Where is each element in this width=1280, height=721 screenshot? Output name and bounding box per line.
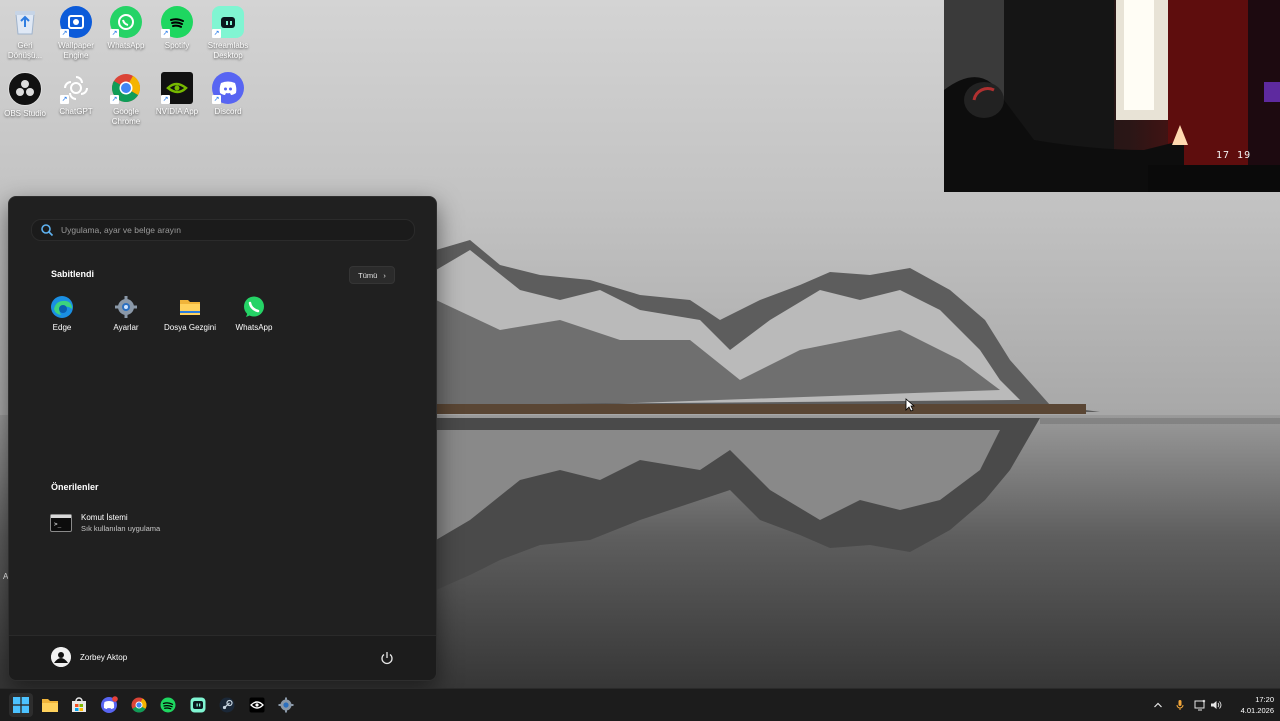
- wallpaper-engine-icon: ↗: [60, 6, 92, 38]
- taskbar-steam[interactable]: [215, 693, 239, 717]
- start-search-box[interactable]: [31, 219, 415, 241]
- discord-icon: [101, 696, 118, 713]
- search-icon: [41, 224, 54, 237]
- taskbar-streamlabs[interactable]: [186, 693, 210, 717]
- network-icon[interactable]: [1194, 699, 1206, 711]
- streamlabs-icon: [190, 697, 206, 713]
- settings-gear-icon: [114, 295, 138, 319]
- webcam-overlay: 17 19: [944, 0, 1280, 192]
- desktop-icon-label: Spotify: [164, 41, 190, 50]
- search-input[interactable]: [59, 224, 393, 236]
- chrome-icon: [131, 697, 147, 713]
- desktop-icon-nvidia-app[interactable]: ↗ NVIDIA App: [152, 68, 202, 117]
- taskbar-nvidia[interactable]: [245, 693, 269, 717]
- avatar: [51, 647, 71, 667]
- desktop-icon-label: Geri Dönüşü...: [7, 41, 43, 60]
- pinned-app-edge[interactable]: Edge: [31, 295, 93, 332]
- whatsapp-icon: ↗: [110, 6, 142, 38]
- desktop-icon-label: Discord: [214, 107, 242, 116]
- command-prompt-icon: >_: [50, 514, 72, 532]
- desktop-icon-discord[interactable]: ↗ Discord: [203, 68, 253, 117]
- taskbar-microsoft-store[interactable]: [67, 693, 91, 717]
- volume-icon[interactable]: [1210, 699, 1222, 711]
- user-name: Zorbey Aktop: [80, 652, 128, 662]
- desktop-icon-wallpaper-engine[interactable]: ↗ Wallpaper Engine: [51, 2, 101, 61]
- pinned-section-title: Sabitlendi: [51, 269, 95, 279]
- microphone-icon[interactable]: [1174, 699, 1186, 711]
- recommended-section-title: Önerilenler: [51, 482, 99, 492]
- desktop-icon-label: WhatsApp: [107, 41, 145, 50]
- taskbar-discord[interactable]: [97, 693, 121, 717]
- file-explorer-icon: [178, 295, 202, 319]
- desktop-icon-label: Wallpaper Engine: [58, 41, 94, 60]
- pinned-app-label: Edge: [52, 323, 72, 332]
- steam-icon: [219, 697, 235, 713]
- taskbar-clock[interactable]: 17:20 4.01.2026: [1226, 694, 1274, 716]
- power-icon[interactable]: [380, 651, 394, 665]
- desktop-icon-chatgpt[interactable]: ↗ ChatGPT: [51, 68, 101, 117]
- whatsapp-icon: [242, 295, 266, 319]
- desktop-icon-obs-studio[interactable]: OBS Studio: [0, 68, 50, 119]
- streamlabs-icon: ↗: [212, 6, 244, 38]
- taskbar: 17:20 4.01.2026: [0, 688, 1280, 721]
- desktop-icon-label: OBS Studio: [4, 109, 46, 118]
- start-icon: [13, 697, 29, 713]
- pinned-app-label: WhatsApp: [235, 323, 273, 332]
- user-account-button[interactable]: Zorbey Aktop: [51, 647, 127, 667]
- nvidia-icon: ↗: [161, 72, 193, 104]
- recommended-item-subtitle: Sık kullanılan uygulama: [81, 524, 161, 533]
- pinned-app-file-explorer[interactable]: Dosya Gezgini: [159, 295, 221, 332]
- desktop-icon-whatsapp[interactable]: ↗ WhatsApp: [101, 2, 151, 51]
- edge-icon: [50, 295, 74, 319]
- pinned-app-label: Dosya Gezgini: [163, 323, 217, 332]
- start-menu: Sabitlendi Tümü › Edge Ayarlar Dosya Gez…: [8, 196, 437, 681]
- desktop-icon-label: NVIDIA App: [155, 107, 199, 116]
- desktop-icon-label: ChatGPT: [59, 107, 93, 116]
- discord-icon: ↗: [212, 72, 244, 104]
- chatgpt-icon: ↗: [60, 72, 92, 104]
- start-menu-footer: Zorbey Aktop: [9, 635, 436, 680]
- file-explorer-icon: [42, 699, 58, 712]
- desktop-icon-label: Streamlabs Desktop: [207, 41, 249, 60]
- nvidia-icon: [249, 697, 265, 713]
- taskbar-spotify[interactable]: [156, 693, 180, 717]
- chrome-icon: ↗: [110, 72, 142, 104]
- pinned-app-label: Ayarlar: [113, 323, 139, 332]
- settings-gear-icon: [278, 697, 294, 713]
- taskbar-settings[interactable]: [274, 693, 298, 717]
- clock-time: 17:20: [1255, 695, 1274, 704]
- all-apps-label: Tümü: [358, 270, 378, 280]
- microsoft-store-icon: [72, 697, 86, 712]
- recommended-item-title: Komut İstemi: [81, 513, 128, 522]
- recycle-bin-icon: [9, 6, 41, 38]
- all-apps-button[interactable]: Tümü ›: [349, 266, 395, 284]
- pinned-app-settings[interactable]: Ayarlar: [95, 295, 157, 332]
- desktop-icon-spotify[interactable]: ↗ Spotify: [152, 2, 202, 51]
- desktop-icon-label: Google Chrome: [111, 107, 141, 126]
- webcam-clock-display: 17 19: [1216, 150, 1252, 161]
- pinned-app-whatsapp[interactable]: WhatsApp: [223, 295, 285, 332]
- recommended-item-command-prompt[interactable]: >_ Komut İstemi Sık kullanılan uygulama: [50, 511, 250, 535]
- desktop-icon-streamlabs[interactable]: ↗ Streamlabs Desktop: [203, 2, 253, 61]
- desktop-icon-google-chrome[interactable]: ↗ Google Chrome: [101, 68, 151, 127]
- clock-date: 4.01.2026: [1240, 706, 1274, 715]
- taskbar-start-button[interactable]: [9, 693, 33, 717]
- mouse-cursor-icon: [905, 398, 915, 412]
- chevron-right-icon: ›: [383, 270, 386, 280]
- obs-icon: [8, 72, 42, 106]
- spotify-icon: [160, 697, 176, 713]
- taskbar-file-explorer[interactable]: [38, 693, 62, 717]
- desktop-icon-recycle-bin[interactable]: Geri Dönüşü...: [0, 2, 50, 61]
- chevron-up-icon[interactable]: [1152, 699, 1164, 711]
- spotify-icon: ↗: [161, 6, 193, 38]
- taskbar-chrome[interactable]: [127, 693, 151, 717]
